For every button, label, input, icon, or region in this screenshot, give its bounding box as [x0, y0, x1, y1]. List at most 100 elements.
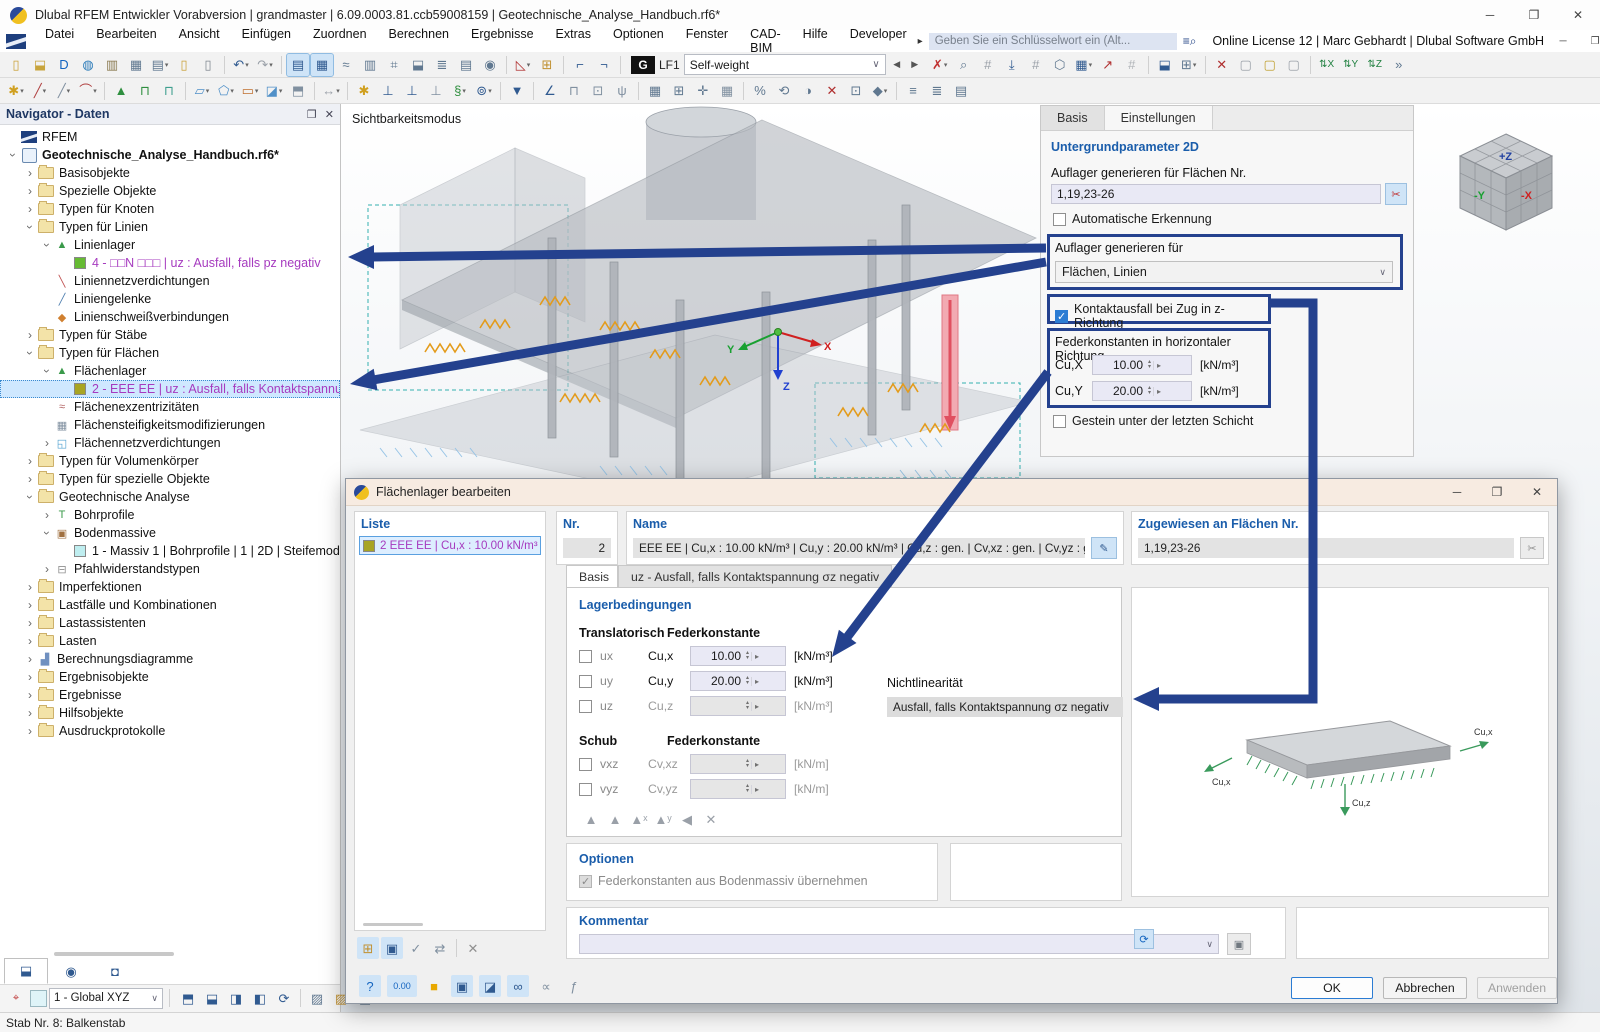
- frame-select-icon[interactable]: ⊡: [845, 80, 867, 102]
- rename-button[interactable]: ✎: [1091, 537, 1117, 559]
- expander-icon[interactable]: ›: [23, 202, 37, 216]
- member-new-icon[interactable]: ▲: [110, 80, 132, 102]
- tree-item[interactable]: ›▲Flächenlager: [0, 362, 340, 380]
- liste-item-selected[interactable]: 2 EEE EE | Cu,x : 10.00 kN/m³ |: [359, 536, 541, 555]
- expander-icon[interactable]: ›: [6, 148, 20, 162]
- display-properties-icon[interactable]: ▣: [451, 975, 473, 997]
- color-swatch-icon[interactable]: ■: [423, 975, 445, 997]
- grid-c-icon[interactable]: ✛: [692, 80, 714, 102]
- navigation-cube[interactable]: +Z -Y -X: [1450, 126, 1562, 238]
- uz-checkbox[interactable]: [579, 700, 592, 713]
- expander-icon[interactable]: ›: [40, 436, 54, 450]
- line-new-icon[interactable]: ╱▾: [29, 80, 51, 102]
- expander-icon[interactable]: ›: [23, 724, 37, 738]
- fork-support-icon[interactable]: ψ: [611, 80, 633, 102]
- tree-item[interactable]: ›Hilfsobjekte: [0, 704, 340, 722]
- delete-entry-icon[interactable]: ✕: [462, 937, 484, 959]
- cube-top-label[interactable]: +Z: [1499, 151, 1512, 163]
- filter-view-icon[interactable]: ▼: [506, 80, 528, 102]
- cube-left-label[interactable]: -Y: [1474, 190, 1486, 202]
- opening-new-icon[interactable]: ▭▾: [239, 80, 261, 102]
- dimension-icon[interactable]: ↔▾: [320, 80, 342, 102]
- tree-item[interactable]: ›Typen für spezielle Objekte: [0, 470, 340, 488]
- copy-comment-button[interactable]: ▣: [1227, 933, 1251, 955]
- line-interpolated-icon[interactable]: ╱▾: [53, 80, 75, 102]
- tree-item[interactable]: 4 - □□N □□□ | uz : Ausfall, falls pz neg…: [0, 254, 340, 272]
- tree-item[interactable]: ›▲Linienlager: [0, 236, 340, 254]
- move-z-icon[interactable]: ⇅Z: [1364, 54, 1386, 76]
- tree-item[interactable]: ›Typen für Linien: [0, 218, 340, 236]
- coordinate-system-select[interactable]: 1 - Global XYZ ∨: [49, 988, 163, 1009]
- values-gray-icon[interactable]: #: [1121, 54, 1143, 76]
- surfaces-input[interactable]: 1,19,23-26: [1051, 184, 1381, 204]
- support-hinged-icon[interactable]: ▲: [604, 808, 626, 830]
- save-icon[interactable]: ▦: [125, 54, 147, 76]
- tree-item[interactable]: ›Ausdruckprotokolle: [0, 722, 340, 740]
- menu-fenster[interactable]: Fenster: [675, 27, 739, 55]
- select-surfaces-button[interactable]: ✂: [1385, 183, 1407, 205]
- support-sliding-icon[interactable]: ◀: [676, 808, 698, 830]
- support-fixed-x-icon[interactable]: ▲ˣ: [628, 808, 650, 830]
- tree-item[interactable]: ›TBohrprofile: [0, 506, 340, 524]
- mirror-icon[interactable]: ◑: [797, 80, 819, 102]
- view-back-icon[interactable]: ◧: [249, 987, 271, 1009]
- insert-left-icon[interactable]: ⌐: [569, 54, 591, 76]
- tree-item[interactable]: ›Typen für Stäbe: [0, 326, 340, 344]
- auto-detect-row[interactable]: Automatische Erkennung: [1053, 212, 1212, 226]
- expander-icon[interactable]: ›: [23, 706, 37, 720]
- minimize-button[interactable]: ─: [1468, 0, 1512, 30]
- view-front-icon[interactable]: ◨: [225, 987, 247, 1009]
- expander-icon[interactable]: ›: [23, 472, 37, 486]
- cuy-spinner[interactable]: 20.00 ▴▾ ▸: [690, 671, 786, 691]
- abacus-icon[interactable]: ⊞▾: [1178, 54, 1200, 76]
- clip-plane-icon[interactable]: ∠: [539, 80, 561, 102]
- next-load-case-button[interactable]: ▶: [908, 56, 922, 74]
- search-icon[interactable]: ≡⌕: [1183, 34, 1197, 49]
- tree-item[interactable]: ≈Flächenexzentrizitäten: [0, 398, 340, 416]
- tree-item[interactable]: ›Lastassistenten: [0, 614, 340, 632]
- jump-node-icon[interactable]: ↗: [1097, 54, 1119, 76]
- release-new-icon[interactable]: ⊚▾: [473, 80, 495, 102]
- support-surface-icon[interactable]: ⊥: [425, 80, 447, 102]
- dialog-tab-uz[interactable]: uz - Ausfall, falls Kontaktspannung σz n…: [618, 565, 892, 587]
- tree-item[interactable]: ▦Flächensteifigkeitsmodifizierungen: [0, 416, 340, 434]
- liste-hscrollbar[interactable]: [363, 923, 423, 926]
- member-table-icon[interactable]: ⊓: [158, 80, 180, 102]
- auto-detect-checkbox[interactable]: [1053, 213, 1066, 226]
- grid-a-icon[interactable]: ▦: [644, 80, 666, 102]
- save-view-icon[interactable]: ⬓: [1154, 54, 1176, 76]
- grid-b-icon[interactable]: ⊞: [668, 80, 690, 102]
- refresh-preview-button[interactable]: ⟳: [1134, 929, 1154, 949]
- cuy-input[interactable]: 20.00 ▴▾ ▸: [1092, 381, 1192, 401]
- search-expand-icon[interactable]: ▸: [918, 36, 923, 47]
- doc-restore-button[interactable]: ❐: [1582, 31, 1600, 51]
- tree-item[interactable]: ◆Linienschweißverbindungen: [0, 308, 340, 326]
- solid-load-icon[interactable]: ⬡: [1049, 54, 1071, 76]
- spinner-arrows-icon[interactable]: ▴▾: [1146, 386, 1153, 396]
- cube-right-label[interactable]: -X: [1521, 190, 1533, 202]
- surface-modify-icon[interactable]: ◪▾: [263, 80, 285, 102]
- tree-item[interactable]: ›Ergebnisobjekte: [0, 668, 340, 686]
- doc-minimize-button[interactable]: ─: [1550, 31, 1576, 51]
- tab-display-navigator[interactable]: ◉: [50, 960, 92, 984]
- open-model-icon[interactable]: ⬓: [29, 54, 51, 76]
- tree-item[interactable]: ›▣Bodenmassive: [0, 524, 340, 542]
- check-sync-icon[interactable]: ⇄: [429, 937, 451, 959]
- ux-checkbox[interactable]: [579, 650, 592, 663]
- axes-icon[interactable]: ⌖: [5, 987, 27, 1009]
- contact-failure-checkbox[interactable]: [1055, 310, 1068, 323]
- tree-item[interactable]: ›Imperfektionen: [0, 578, 340, 596]
- model-web-icon[interactable]: ◍: [77, 54, 99, 76]
- box-wire-icon[interactable]: ▢: [1235, 54, 1257, 76]
- undo-icon[interactable]: ↶▾: [230, 54, 252, 76]
- ok-button[interactable]: OK: [1291, 977, 1373, 999]
- new-model-icon[interactable]: ▯: [5, 54, 27, 76]
- expander-icon[interactable]: ›: [40, 364, 54, 378]
- percent-icon[interactable]: %: [749, 80, 771, 102]
- tables-toggle-icon[interactable]: ▤: [287, 54, 309, 76]
- expander-icon[interactable]: ›: [23, 184, 37, 198]
- menu-developer[interactable]: Developer: [839, 27, 918, 55]
- dialog-titlebar[interactable]: Flächenlager bearbeiten ─ ❐ ✕: [346, 479, 1557, 506]
- float-panel-icon[interactable]: ❐: [307, 108, 317, 121]
- layer-c-icon[interactable]: ▤: [950, 80, 972, 102]
